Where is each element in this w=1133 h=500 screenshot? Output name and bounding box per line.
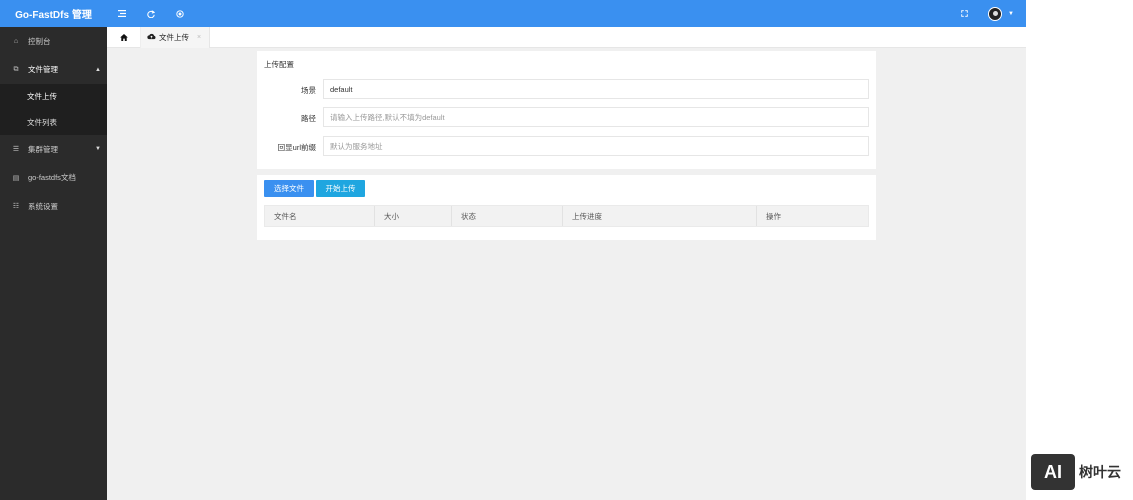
scene-row: 场景 default <box>257 79 876 99</box>
tab-home[interactable] <box>107 27 141 48</box>
sidebar-item-docs[interactable]: ▤ go-fastdfs文档 <box>0 164 107 193</box>
sidebar-item-label: 集群管理 <box>28 144 58 154</box>
home-icon: ⌂ <box>13 37 19 45</box>
watermark: AI 树叶云 <box>1031 452 1127 492</box>
sidebar-item-file-management[interactable]: ⧉ 文件管理 ▲ <box>0 56 107 85</box>
column-header-status: 状态 <box>452 206 563 226</box>
tab-label: 文件上传 <box>159 33 189 42</box>
upload-config-panel: 上传配置 场景 default 路径 请输入上传路径,默认不填为default … <box>257 51 876 169</box>
chevron-up-icon: ▲ <box>95 66 101 73</box>
start-upload-button[interactable]: 开始上传 <box>316 180 365 197</box>
column-header-progress: 上传进度 <box>563 206 757 226</box>
sidebar-subitem-file-upload[interactable]: 文件上传 <box>0 84 107 110</box>
sidebar-item-label: 文件列表 <box>27 117 57 127</box>
sidebar-item-dashboard[interactable]: ⌂ 控制台 <box>0 27 107 56</box>
sidebar-item-cluster-management[interactable]: ☰ 集群管理 ▼ <box>0 135 107 164</box>
user-avatar[interactable] <box>988 6 1003 21</box>
refresh-icon[interactable] <box>136 0 165 27</box>
url-prefix-label: 回显url前缀 <box>277 143 316 152</box>
main-content: 上传配置 场景 default 路径 请输入上传路径,默认不填为default … <box>107 48 1026 500</box>
files-icon: ⧉ <box>13 65 19 73</box>
cloud-upload-icon <box>147 33 156 42</box>
watermark-text: 树叶云 <box>1079 464 1121 480</box>
sidebar-subitem-file-list[interactable]: 文件列表 <box>0 110 107 136</box>
path-input[interactable]: 请输入上传路径,默认不填为default <box>323 107 869 127</box>
sidebar-item-label: go-fastdfs文档 <box>28 173 76 183</box>
cluster-icon: ☰ <box>12 146 20 154</box>
path-label: 路径 <box>301 114 316 123</box>
select-file-button[interactable]: 选择文件 <box>264 180 314 197</box>
panel-title: 上传配置 <box>264 60 294 69</box>
app-logo[interactable]: Go-FastDfs 管理 <box>0 0 107 27</box>
path-row: 路径 请输入上传路径,默认不填为default <box>257 107 876 127</box>
top-header: Go-FastDfs 管理 ▼ <box>0 0 1026 27</box>
tab-file-upload[interactable]: 文件上传 × <box>141 27 211 48</box>
tab-bar: 文件上传 × <box>107 27 1026 48</box>
column-header-size: 大小 <box>375 206 452 226</box>
sidebar: ⌂ 控制台 ⧉ 文件管理 ▲ 文件上传 文件列表 ☰ 集群管理 ▼ ▤ go-f… <box>0 27 107 500</box>
sidebar-item-label: 文件上传 <box>27 92 57 102</box>
scene-input[interactable]: default <box>323 79 869 99</box>
sliders-icon: ☷ <box>12 203 20 211</box>
sidebar-item-label: 文件管理 <box>28 65 58 75</box>
chevron-down-icon[interactable]: ▼ <box>1008 11 1014 17</box>
sidebar-item-system-settings[interactable]: ☷ 系统设置 <box>0 192 107 221</box>
chevron-down-icon: ▼ <box>95 146 101 153</box>
sidebar-submenu: 文件上传 文件列表 <box>0 84 107 135</box>
watermark-logo: AI <box>1031 454 1075 490</box>
upload-table-header: 文件名 大小 状态 上传进度 操作 <box>264 205 869 227</box>
column-header-filename: 文件名 <box>265 206 375 226</box>
book-icon: ▤ <box>12 174 20 182</box>
target-icon[interactable] <box>165 0 194 27</box>
scene-label: 场景 <box>301 86 316 95</box>
column-header-actions: 操作 <box>766 211 781 221</box>
close-icon[interactable]: × <box>197 34 201 41</box>
fullscreen-icon[interactable] <box>954 10 974 17</box>
url-prefix-row: 回显url前缀 默认为服务地址 <box>257 136 876 156</box>
sidebar-item-label: 控制台 <box>28 36 51 46</box>
sidebar-item-label: 系统设置 <box>28 201 58 211</box>
upload-panel: 选择文件 开始上传 文件名 大小 状态 上传进度 操作 <box>257 175 876 240</box>
url-prefix-input[interactable]: 默认为服务地址 <box>323 136 869 156</box>
menu-icon[interactable] <box>107 0 136 27</box>
home-icon <box>119 34 128 41</box>
